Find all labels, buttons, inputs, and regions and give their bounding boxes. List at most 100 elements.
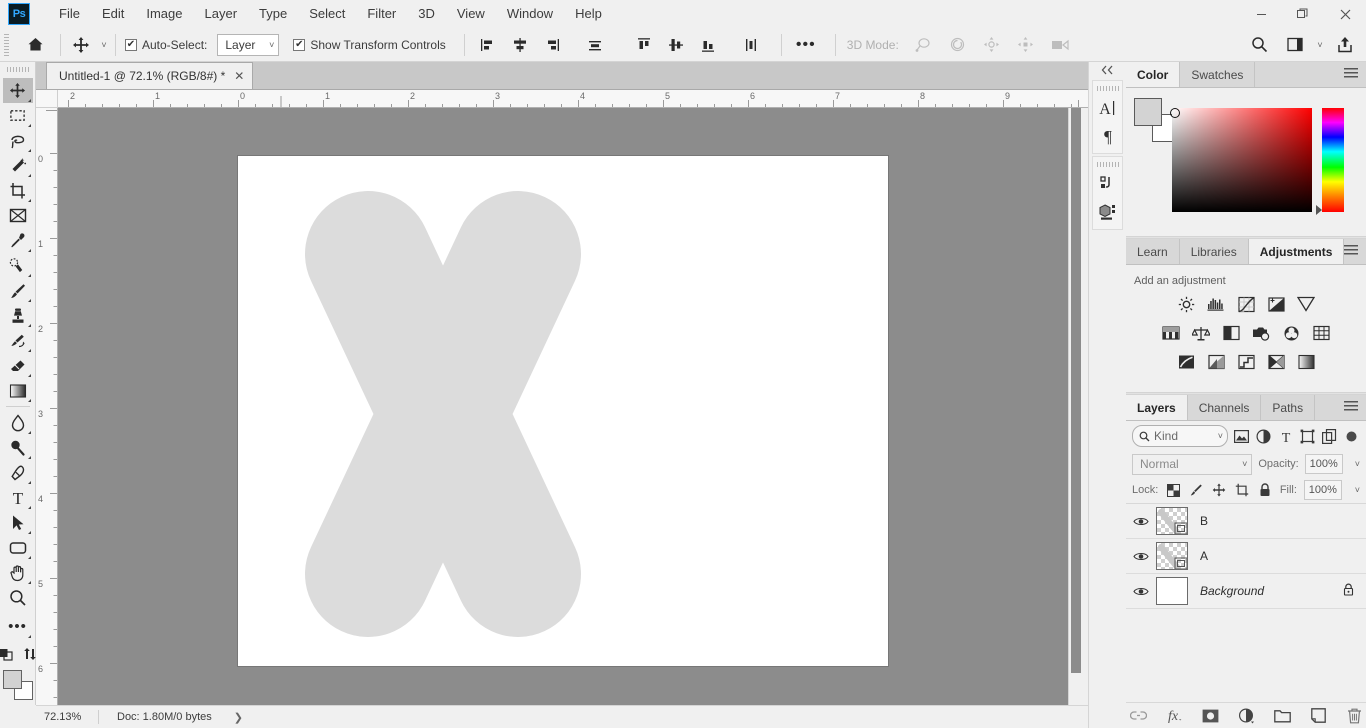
- brightness-contrast-adjustment-icon[interactable]: [1176, 295, 1196, 313]
- lock-image-pixels-icon[interactable]: [1188, 482, 1204, 498]
- more-options-icon[interactable]: •••: [793, 32, 819, 58]
- tool-type[interactable]: T: [3, 485, 33, 510]
- lock-transparent-pixels-icon[interactable]: [1165, 482, 1181, 498]
- status-expand-icon[interactable]: ❯: [234, 711, 243, 724]
- gradient-map-adjustment-icon[interactable]: [1296, 353, 1316, 371]
- threshold-adjustment-icon[interactable]: [1236, 353, 1256, 371]
- adjustments-panel-menu-icon[interactable]: [1344, 245, 1358, 257]
- layers-panel-menu-icon[interactable]: [1344, 401, 1358, 413]
- 3d-panel-icon[interactable]: [1093, 198, 1123, 226]
- document-tab[interactable]: Untitled-1 @ 72.1% (RGB/8#) * ✕: [46, 62, 254, 89]
- opacity-chevron-down-icon[interactable]: ˅: [1355, 459, 1360, 469]
- tab-swatches[interactable]: Swatches: [1180, 62, 1256, 87]
- layers-list-empty-space[interactable]: [1126, 609, 1366, 672]
- tool-edit-toolbar[interactable]: •••: [3, 614, 33, 639]
- x-chromosome-shape[interactable]: [298, 184, 588, 647]
- tool-clone-stamp[interactable]: [3, 303, 33, 328]
- auto-select-checkbox[interactable]: Auto-Select:: [123, 32, 209, 58]
- black-white-adjustment-icon[interactable]: [1221, 324, 1241, 342]
- color-picker-ring[interactable]: [1170, 108, 1180, 118]
- menu-layer[interactable]: Layer: [194, 0, 249, 28]
- posterize-adjustment-icon[interactable]: [1206, 353, 1226, 371]
- auto-select-scope-select[interactable]: Layer ˅: [217, 33, 280, 56]
- menu-help[interactable]: Help: [564, 0, 613, 28]
- horizontal-ruler[interactable]: 2 1 0 1 2 3 4 5 6 7 8 9: [58, 90, 1088, 108]
- layer-row-a[interactable]: A: [1126, 539, 1366, 574]
- distribute-vertical-centers-icon[interactable]: [582, 32, 608, 58]
- tool-dodge[interactable]: [3, 435, 33, 460]
- delete-layer-button[interactable]: [1345, 707, 1363, 725]
- vibrance-adjustment-icon[interactable]: [1296, 295, 1316, 313]
- tool-path-selection[interactable]: [3, 510, 33, 535]
- layer-thumbnail[interactable]: [1156, 507, 1188, 535]
- filter-adjustment-layers-icon[interactable]: [1255, 426, 1272, 446]
- home-icon[interactable]: [22, 32, 48, 58]
- vertical-ruler[interactable]: 0 1 2 3 4 5 6: [36, 108, 58, 705]
- lock-position-icon[interactable]: [1211, 482, 1227, 498]
- zoom-level[interactable]: 72.13%: [36, 711, 98, 723]
- color-lookup-adjustment-icon[interactable]: [1311, 324, 1331, 342]
- tool-eyedropper[interactable]: [3, 228, 33, 253]
- layer-visibility-toggle[interactable]: [1126, 516, 1156, 527]
- tab-learn[interactable]: Learn: [1126, 239, 1180, 264]
- swap-colors-icon[interactable]: [23, 647, 37, 664]
- close-button[interactable]: [1324, 0, 1366, 28]
- align-left-edges-icon[interactable]: [475, 32, 501, 58]
- menu-select[interactable]: Select: [298, 0, 356, 28]
- layer-row-b[interactable]: B: [1126, 504, 1366, 539]
- tab-paths[interactable]: Paths: [1261, 395, 1316, 420]
- tool-rectangular-marquee[interactable]: [3, 103, 33, 128]
- lock-all-icon[interactable]: [1257, 482, 1273, 498]
- hue-saturation-adjustment-icon[interactable]: [1161, 324, 1181, 342]
- tool-magic-wand[interactable]: [3, 153, 33, 178]
- layer-visibility-toggle[interactable]: [1126, 586, 1156, 597]
- tool-blur[interactable]: [3, 410, 33, 435]
- blend-mode-select[interactable]: Normal ˅: [1132, 453, 1253, 475]
- move-tool-icon[interactable]: [68, 32, 94, 58]
- layer-thumbnail[interactable]: [1156, 577, 1188, 605]
- vertical-scroll-thumb[interactable]: [1071, 108, 1081, 673]
- toolbar-grip[interactable]: [6, 65, 29, 74]
- menu-edit[interactable]: Edit: [91, 0, 135, 28]
- actions-panel-icon[interactable]: [1093, 170, 1123, 198]
- menu-3d[interactable]: 3D: [407, 0, 446, 28]
- color-balance-adjustment-icon[interactable]: [1191, 324, 1211, 342]
- align-horizontal-centers-icon[interactable]: [507, 32, 533, 58]
- hue-slider-marker[interactable]: [1316, 205, 1322, 215]
- filter-pixel-layers-icon[interactable]: [1233, 426, 1250, 446]
- align-vertical-centers-icon[interactable]: [663, 32, 689, 58]
- channel-mixer-adjustment-icon[interactable]: [1281, 324, 1301, 342]
- canvas-vertical-scrollbar[interactable]: [1068, 108, 1082, 705]
- lock-artboard-nesting-icon[interactable]: [1234, 482, 1250, 498]
- tab-layers[interactable]: Layers: [1126, 395, 1188, 420]
- foreground-background-colors[interactable]: [2, 670, 33, 700]
- tool-hand[interactable]: [3, 560, 33, 585]
- menu-image[interactable]: Image: [135, 0, 193, 28]
- tool-preset-chevron-down-icon[interactable]: ˅: [94, 32, 108, 58]
- tab-libraries[interactable]: Libraries: [1179, 239, 1249, 264]
- rail-grip[interactable]: [1096, 160, 1119, 168]
- workspace-switcher-icon[interactable]: [1282, 32, 1308, 58]
- opacity-value[interactable]: 100%: [1304, 454, 1343, 474]
- add-layer-mask-button[interactable]: [1201, 707, 1219, 725]
- levels-adjustment-icon[interactable]: [1206, 295, 1226, 313]
- paragraph-panel-icon[interactable]: ¶: [1093, 122, 1123, 150]
- ruler-corner[interactable]: [36, 90, 58, 108]
- filter-type-layers-icon[interactable]: T: [1277, 426, 1294, 446]
- options-bar-grip[interactable]: [2, 31, 11, 58]
- collapse-panels-icon[interactable]: [1089, 62, 1126, 78]
- photo-filter-adjustment-icon[interactable]: [1251, 324, 1271, 342]
- tool-eraser[interactable]: [3, 353, 33, 378]
- layer-visibility-toggle[interactable]: [1126, 551, 1156, 562]
- align-top-edges-icon[interactable]: [631, 32, 657, 58]
- artboard[interactable]: [238, 156, 888, 666]
- tool-gradient[interactable]: [3, 378, 33, 403]
- tool-frame[interactable]: [3, 203, 33, 228]
- color-panel-menu-icon[interactable]: [1344, 68, 1358, 80]
- new-group-button[interactable]: [1273, 707, 1291, 725]
- workspace-chevron-down-icon[interactable]: ˅: [1310, 32, 1324, 58]
- curves-adjustment-icon[interactable]: [1236, 295, 1256, 313]
- fill-value[interactable]: 100%: [1303, 480, 1342, 500]
- new-layer-button[interactable]: [1309, 707, 1327, 725]
- quick-mask-icon[interactable]: [0, 647, 15, 664]
